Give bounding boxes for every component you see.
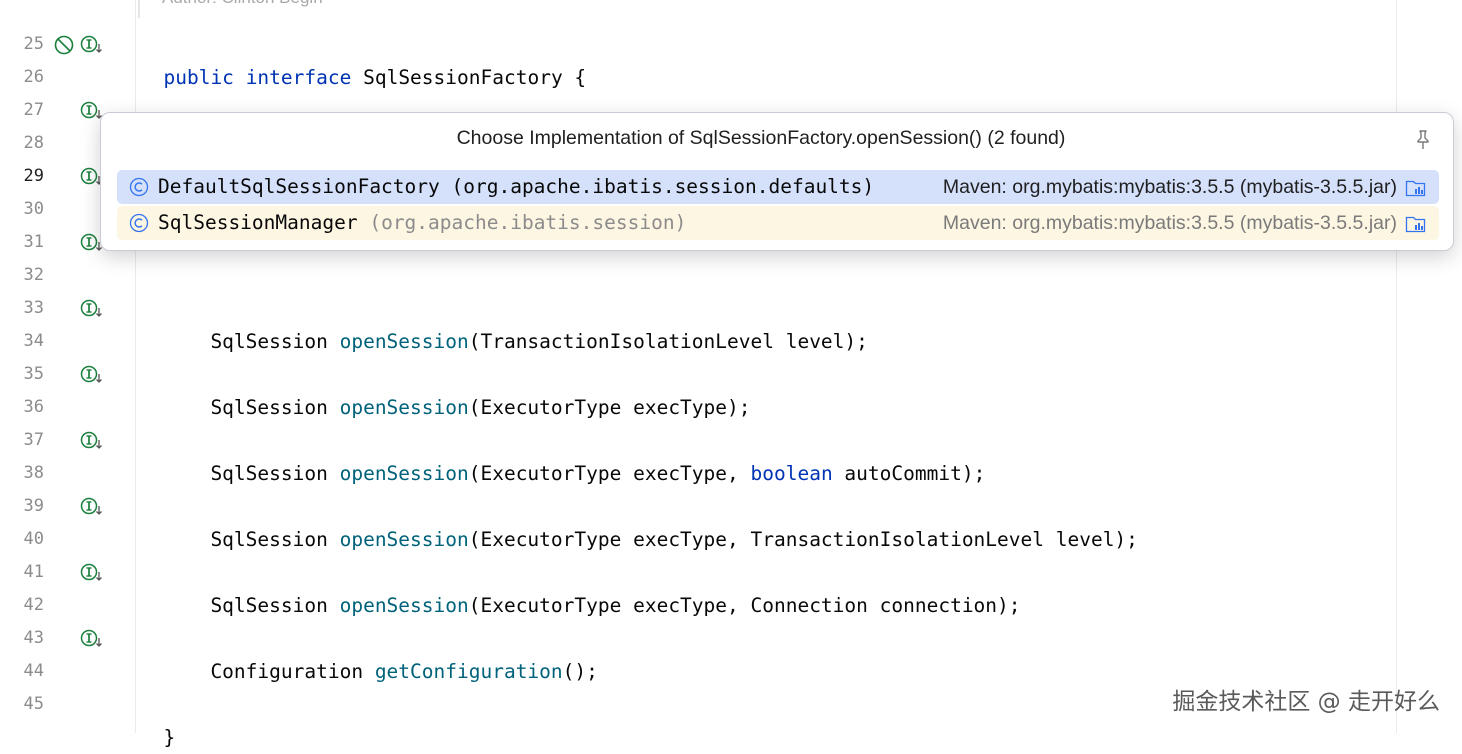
gutter-line: 37 xyxy=(0,424,135,457)
gutter-line: 39 xyxy=(0,490,135,523)
line-number: 34 xyxy=(23,331,44,351)
gutter-line: 34 xyxy=(0,325,135,358)
line-number: 41 xyxy=(23,562,44,582)
line-number: 30 xyxy=(23,199,44,219)
class-name: SqlSessionManager xyxy=(158,211,358,234)
package-name: (org.apache.ibatis.session) xyxy=(357,211,687,234)
implementation-item-default[interactable]: DefaultSqlSessionFactory (org.apache.iba… xyxy=(117,170,1439,204)
choose-implementation-popup[interactable]: Choose Implementation of SqlSessionFacto… xyxy=(100,112,1454,251)
method-name: openSession xyxy=(339,594,469,617)
closing-brace: } xyxy=(163,726,176,749)
method-params-end: autoCommit); xyxy=(832,462,986,485)
line-number: 40 xyxy=(23,529,44,549)
line-number: 33 xyxy=(23,298,44,318)
no-implementations-icon[interactable] xyxy=(54,35,74,55)
method-name: openSession xyxy=(339,462,469,485)
line-number: 32 xyxy=(23,265,44,285)
package-name: (org.apache.ibatis.session.defaults) xyxy=(439,175,875,198)
gutter-line: 32 xyxy=(0,259,135,292)
return-type: SqlSession xyxy=(163,330,340,353)
gutter-line: 36 xyxy=(0,391,135,424)
return-type: Configuration xyxy=(163,660,375,683)
gutter-line: 43 xyxy=(0,622,135,655)
method-params: (ExecutorType execType, xyxy=(468,462,751,485)
implemented-down-arrow-icon[interactable] xyxy=(80,563,104,583)
gutter-line: 26 xyxy=(0,61,135,94)
line-number: 26 xyxy=(23,67,44,87)
line-number: 27 xyxy=(23,100,44,120)
gutter-line: 40 xyxy=(0,523,135,556)
pin-icon[interactable] xyxy=(1413,129,1433,151)
return-type: SqlSession xyxy=(163,462,340,485)
return-type: SqlSession xyxy=(163,528,340,551)
code-line-25[interactable]: public interface SqlSessionFactory { xyxy=(140,28,586,89)
author-comment: Author: Clinton Begin xyxy=(162,0,323,8)
line-number: 28 xyxy=(23,133,44,153)
implementation-item-manager[interactable]: SqlSessionManager (org.apache.ibatis.ses… xyxy=(117,206,1439,240)
method-params: (TransactionIsolationLevel level); xyxy=(468,330,868,353)
watermark: 掘金技术社区 @ 走开好么 xyxy=(1172,689,1440,715)
line-number: 44 xyxy=(23,661,44,681)
line-number: 35 xyxy=(23,364,44,384)
implemented-down-arrow-icon[interactable] xyxy=(80,629,104,649)
method-name: openSession xyxy=(339,396,469,419)
gutter-line: 25 xyxy=(0,28,135,61)
library-source: Maven: org.mybatis:mybatis:3.5.5 (mybati… xyxy=(942,212,1397,234)
gutter-line: 41 xyxy=(0,556,135,589)
line-number: 31 xyxy=(23,232,44,252)
line-number: 25 xyxy=(23,34,44,54)
implemented-down-arrow-icon[interactable] xyxy=(80,497,104,517)
line-number: 39 xyxy=(23,496,44,516)
code-line-39[interactable]: SqlSession openSession(ExecutorType exec… xyxy=(140,490,1137,551)
right-margin-guide xyxy=(1396,0,1397,733)
doc-comment-bar xyxy=(138,0,140,18)
line-number: 42 xyxy=(23,595,44,615)
gutter-line: 44 xyxy=(0,655,135,688)
editor-gutter: 25 26 27 28 29 30 31 32 33 34 35 36 37 38 39 40 41 42 43 44… xyxy=(0,0,135,733)
implemented-down-arrow-icon[interactable] xyxy=(80,365,104,385)
method-name: getConfiguration xyxy=(374,660,563,683)
line-number: 38 xyxy=(23,463,44,483)
line-number: 37 xyxy=(23,430,44,450)
keyword-public: public xyxy=(163,66,234,89)
method-name: openSession xyxy=(339,528,469,551)
gutter-line: 45 xyxy=(0,688,135,721)
code-line-35[interactable]: SqlSession openSession(ExecutorType exec… xyxy=(140,358,750,419)
gutter-line: 42 xyxy=(0,589,135,622)
code-line-43[interactable]: Configuration getConfiguration(); xyxy=(140,622,597,683)
popup-title: Choose Implementation of SqlSessionFacto… xyxy=(456,127,1066,149)
line-number: 29 xyxy=(23,166,44,186)
line-number: 45 xyxy=(23,694,44,714)
keyword-interface: interface xyxy=(245,66,352,89)
library-jar-icon xyxy=(1405,216,1426,233)
interface-declaration: SqlSessionFactory { xyxy=(351,66,587,89)
code-line-41[interactable]: SqlSession openSession(ExecutorType exec… xyxy=(140,556,1020,617)
implemented-down-arrow-icon[interactable] xyxy=(80,431,104,451)
line-number: 36 xyxy=(23,397,44,417)
method-params: (ExecutorType execType); xyxy=(468,396,751,419)
method-params: (ExecutorType execType, Connection conne… xyxy=(468,594,1021,617)
code-line-45[interactable]: } xyxy=(140,688,175,749)
library-source: Maven: org.mybatis:mybatis:3.5.5 (mybati… xyxy=(942,176,1397,198)
class-icon xyxy=(129,213,149,233)
method-params: (); xyxy=(562,660,598,683)
return-type: SqlSession xyxy=(163,594,340,617)
gutter-line: 38 xyxy=(0,457,135,490)
gutter-line: 35 xyxy=(0,358,135,391)
gutter-divider xyxy=(135,0,136,733)
library-jar-icon xyxy=(1405,180,1426,197)
keyword-boolean: boolean xyxy=(750,462,833,485)
class-icon xyxy=(129,177,149,197)
method-params: (ExecutorType execType, TransactionIsola… xyxy=(468,528,1138,551)
implemented-down-arrow-icon[interactable] xyxy=(80,299,104,319)
code-line-37[interactable]: SqlSession openSession(ExecutorType exec… xyxy=(140,424,985,485)
gutter-line: 33 xyxy=(0,292,135,325)
code-line-33[interactable]: SqlSession openSession(TransactionIsolat… xyxy=(140,292,867,353)
method-name: openSession xyxy=(339,330,469,353)
line-number: 43 xyxy=(23,628,44,648)
return-type: SqlSession xyxy=(163,396,340,419)
class-name: DefaultSqlSessionFactory xyxy=(158,175,440,198)
implemented-down-arrow-icon[interactable] xyxy=(80,35,104,55)
